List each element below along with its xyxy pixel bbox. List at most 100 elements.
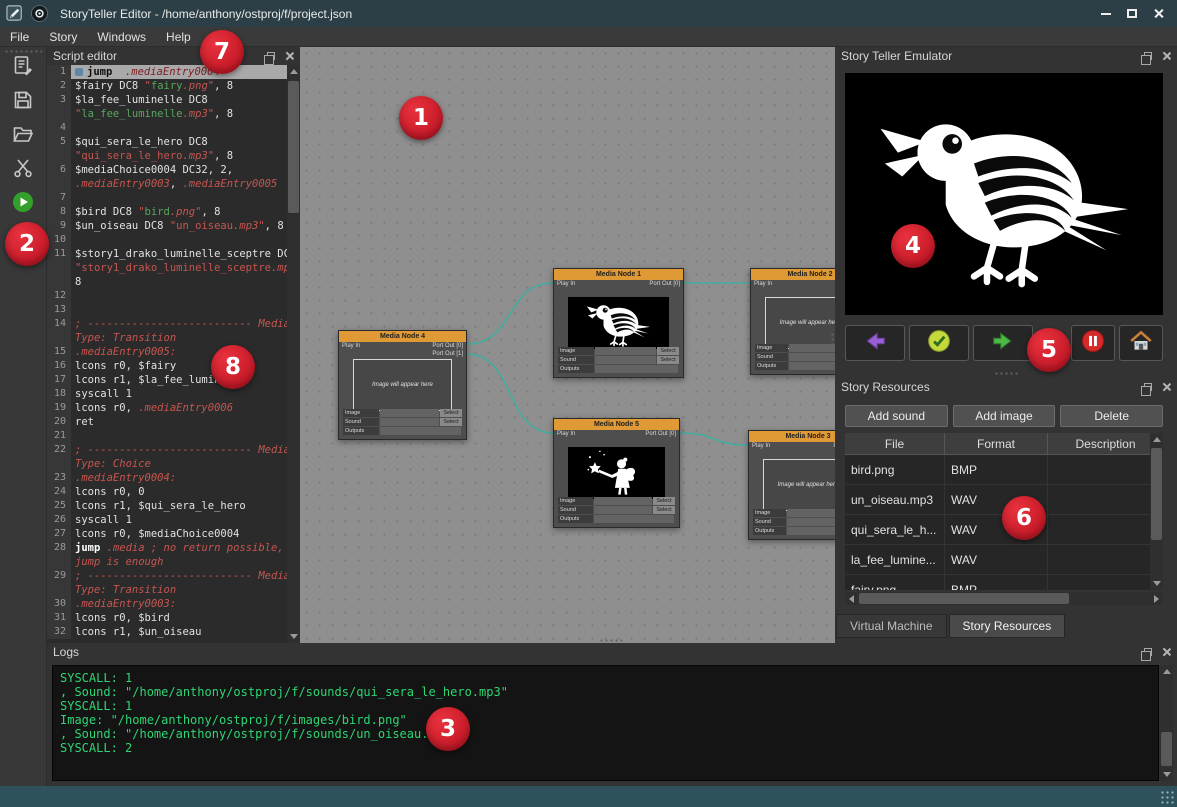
line-number: 13 bbox=[47, 303, 71, 317]
node-select-button[interactable]: Select bbox=[653, 497, 675, 505]
resize-grip[interactable] bbox=[1160, 790, 1174, 804]
float-panel-icon[interactable] bbox=[1144, 648, 1152, 656]
scroll-thumb[interactable] bbox=[288, 81, 299, 213]
line-number: 9 bbox=[47, 219, 71, 233]
node-row-value[interactable] bbox=[594, 515, 674, 523]
column-header-format[interactable]: Format bbox=[945, 433, 1048, 454]
run-button[interactable] bbox=[9, 191, 37, 217]
toolbar-drag-handle[interactable] bbox=[4, 49, 42, 54]
open-button[interactable] bbox=[9, 123, 37, 149]
tab-virtual-machine[interactable]: Virtual Machine bbox=[836, 614, 947, 638]
node-row-label: Sound bbox=[753, 518, 786, 526]
node-select-button[interactable]: Select bbox=[653, 506, 675, 514]
add-image-button[interactable]: Add image bbox=[953, 405, 1056, 427]
graph-node[interactable]: Media Node 2Play InPort Out [0]Image wil… bbox=[750, 268, 835, 375]
graph-node[interactable]: Media Node 1Play InPort Out [0]ImageSele… bbox=[553, 268, 684, 378]
menu-item-file[interactable]: File bbox=[0, 27, 39, 46]
close-panel-icon[interactable] bbox=[1161, 647, 1171, 657]
splitter-handle[interactable] bbox=[994, 371, 1020, 376]
delete-button[interactable]: Delete bbox=[1060, 405, 1163, 427]
node-graph-canvas[interactable]: Media Node 4Play InPort Out [0]Port Out … bbox=[300, 47, 835, 643]
resources-buttons: Add soundAdd imageDelete bbox=[845, 405, 1163, 427]
line-number: 31 bbox=[47, 611, 71, 625]
node-row-value[interactable] bbox=[594, 497, 652, 505]
tab-story-resources[interactable]: Story Resources bbox=[949, 614, 1066, 638]
node-row-value[interactable] bbox=[789, 344, 835, 352]
cell-description bbox=[1048, 575, 1163, 590]
code-row: 4 bbox=[47, 121, 300, 135]
scroll-right-icon[interactable] bbox=[1150, 592, 1163, 605]
save-button[interactable] bbox=[9, 89, 37, 115]
menu-item-story[interactable]: Story bbox=[39, 27, 87, 46]
graph-node[interactable]: Media Node 3Play InPort Out [0]Image wil… bbox=[748, 430, 835, 540]
close-panel-icon[interactable] bbox=[1161, 382, 1171, 392]
save-icon bbox=[11, 88, 35, 117]
emulator-screen bbox=[845, 73, 1163, 315]
scroll-up-icon[interactable] bbox=[1150, 433, 1163, 446]
node-row-value[interactable] bbox=[595, 365, 678, 373]
table-row[interactable]: bird.pngBMP bbox=[845, 455, 1163, 485]
new-script-button[interactable] bbox=[9, 55, 37, 81]
cut-button[interactable] bbox=[9, 157, 37, 183]
table-row[interactable]: fairy.pngBMP bbox=[845, 575, 1163, 590]
node-select-button[interactable]: Select bbox=[440, 409, 462, 417]
node-select-button[interactable]: Select bbox=[657, 347, 679, 355]
float-panel-icon[interactable] bbox=[1144, 383, 1152, 391]
add-sound-button[interactable]: Add sound bbox=[845, 405, 948, 427]
node-select-button[interactable]: Select bbox=[440, 418, 462, 426]
node-row-value[interactable] bbox=[380, 427, 461, 435]
code-line: 8 bbox=[71, 275, 300, 289]
node-row-value[interactable] bbox=[380, 409, 439, 417]
node-row-value[interactable] bbox=[787, 518, 835, 526]
node-row-label: Image bbox=[558, 347, 594, 355]
code-editor[interactable]: 1jump .mediaEntry00042$fairy DC8 "fairy.… bbox=[47, 65, 300, 643]
scroll-down-icon[interactable] bbox=[287, 630, 300, 643]
scroll-thumb[interactable] bbox=[859, 593, 1069, 604]
node-row-value[interactable] bbox=[787, 509, 835, 517]
home-button[interactable] bbox=[1119, 325, 1163, 361]
table-scrollbar[interactable] bbox=[1150, 433, 1163, 590]
table-row[interactable]: la_fee_lumine...WAV bbox=[845, 545, 1163, 575]
scroll-down-icon[interactable] bbox=[1160, 768, 1173, 781]
graph-node[interactable]: Media Node 4Play InPort Out [0]Port Out … bbox=[338, 330, 467, 440]
scroll-thumb[interactable] bbox=[1151, 448, 1162, 540]
column-header-description[interactable]: Description bbox=[1048, 433, 1163, 454]
node-row-value[interactable] bbox=[595, 347, 656, 355]
close-button[interactable] bbox=[1147, 4, 1169, 24]
menu-item-windows[interactable]: Windows bbox=[87, 27, 156, 46]
splitter-handle[interactable] bbox=[830, 332, 835, 358]
scroll-down-icon[interactable] bbox=[1150, 577, 1163, 590]
next-button[interactable] bbox=[973, 325, 1033, 361]
pause-button[interactable] bbox=[1071, 325, 1115, 361]
graph-node[interactable]: Media Node 5Play InPort Out [0]ImageSele… bbox=[553, 418, 680, 528]
code-row: 6$mediaChoice0004 DC32, 2, bbox=[47, 163, 300, 177]
code-row: 21 bbox=[47, 429, 300, 443]
column-header-file[interactable]: File bbox=[845, 433, 945, 454]
scroll-left-icon[interactable] bbox=[845, 592, 858, 605]
node-row-value[interactable] bbox=[789, 362, 835, 370]
scroll-up-icon[interactable] bbox=[1160, 665, 1173, 678]
node-row-value[interactable] bbox=[595, 356, 656, 364]
menu-item-help[interactable]: Help bbox=[156, 27, 201, 46]
minimize-button[interactable] bbox=[1095, 4, 1117, 24]
node-row-value[interactable] bbox=[594, 506, 652, 514]
float-panel-icon[interactable] bbox=[1144, 52, 1152, 60]
scroll-up-icon[interactable] bbox=[287, 65, 300, 78]
node-select-button[interactable]: Select bbox=[657, 356, 679, 364]
float-panel-icon[interactable] bbox=[267, 52, 275, 60]
previous-button[interactable] bbox=[845, 325, 905, 361]
script-scrollbar[interactable] bbox=[287, 65, 300, 643]
logs-scrollbar[interactable] bbox=[1160, 665, 1173, 781]
line-number: 2 bbox=[47, 79, 71, 93]
close-panel-icon[interactable] bbox=[284, 51, 294, 61]
ok-button[interactable] bbox=[909, 325, 969, 361]
cell-description bbox=[1048, 515, 1163, 544]
node-row-value[interactable] bbox=[789, 353, 835, 361]
close-panel-icon[interactable] bbox=[1161, 51, 1171, 61]
scroll-thumb[interactable] bbox=[1161, 732, 1172, 766]
node-row-value[interactable] bbox=[380, 418, 439, 426]
node-row-value[interactable] bbox=[787, 527, 835, 535]
maximize-button[interactable] bbox=[1121, 4, 1143, 24]
table-hscrollbar[interactable] bbox=[845, 592, 1163, 605]
splitter-handle[interactable] bbox=[599, 638, 625, 643]
